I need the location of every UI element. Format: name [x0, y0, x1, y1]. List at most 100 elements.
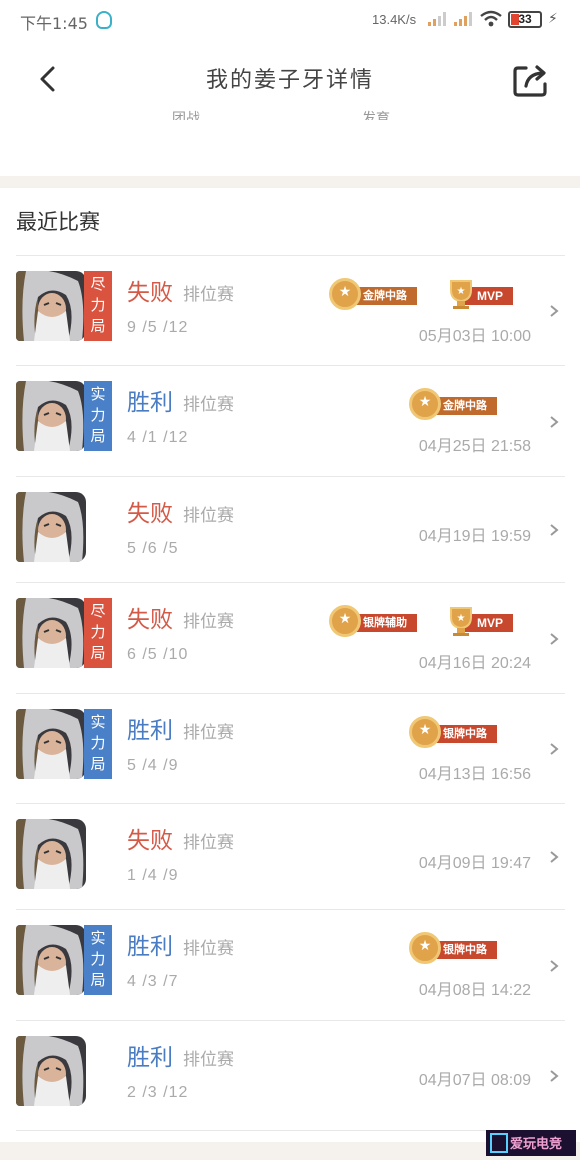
medal-icon: ★: [329, 605, 361, 637]
performance-badge: 实力局: [84, 925, 112, 995]
match-kda: 1 /4 /9: [127, 867, 179, 884]
medal-icon: ★: [409, 388, 441, 420]
match-mode: 排位赛: [183, 723, 234, 743]
medal-badge: 银牌辅助 ★: [329, 605, 441, 639]
match-result: 胜利: [127, 1045, 173, 1071]
chevron-right-icon[interactable]: [549, 742, 559, 756]
section-divider: [0, 176, 580, 188]
hero-avatar: [16, 709, 86, 779]
watermark-text: 爱玩电竞: [510, 1137, 563, 1152]
chevron-right-icon[interactable]: [549, 415, 559, 429]
hero-avatar: [16, 819, 86, 889]
match-mode: 排位赛: [183, 506, 234, 526]
match-result: 胜利: [127, 390, 173, 416]
hero-avatar: [16, 1036, 86, 1106]
chevron-right-icon[interactable]: [549, 1069, 559, 1083]
match-row[interactable]: 胜利 排位赛 2 /3 /12 04月07日 08:09: [16, 1021, 565, 1131]
match-row[interactable]: 尽力局失败 排位赛 9 /5 /12 MVP ★ 金牌中路 ★ 05月03日 10:00: [16, 256, 565, 366]
match-kda: 6 /5 /10: [127, 646, 189, 663]
match-row[interactable]: 失败 排位赛 5 /6 /5 04月19日 19:59: [16, 477, 565, 583]
hero-avatar: [16, 598, 86, 668]
match-datetime: 04月19日 19:59: [418, 528, 531, 545]
match-mode: 排位赛: [183, 395, 234, 415]
medal-badge: 银牌中路 ★: [409, 932, 521, 966]
match-result: 失败: [127, 280, 173, 306]
match-result: 失败: [127, 828, 173, 854]
chevron-right-icon[interactable]: [549, 304, 559, 318]
performance-badge: 尽力局: [84, 598, 112, 668]
tab-development[interactable]: 发育: [362, 108, 390, 120]
hero-avatar: [16, 381, 86, 451]
qq-notification-icon: [96, 11, 112, 29]
watermark-logo: 爱玩电竞: [486, 1130, 576, 1156]
medal-icon: ★: [409, 716, 441, 748]
match-kda: 5 /4 /9: [127, 757, 179, 774]
watermark-icon: [490, 1133, 508, 1153]
match-mode: 排位赛: [183, 833, 234, 853]
match-result: 失败: [127, 501, 173, 527]
match-mode: 排位赛: [183, 612, 234, 632]
match-row[interactable]: 实力局胜利 排位赛 5 /4 /9 银牌中路 ★ 04月13日 16:56: [16, 694, 565, 804]
match-row[interactable]: 实力局胜利 排位赛 4 /1 /12 金牌中路 ★ 04月25日 21:58: [16, 366, 565, 477]
network-speed: 13.4K/s: [372, 12, 417, 27]
match-mode: 排位赛: [183, 1050, 234, 1070]
status-bar: 下午1:45 13.4K/s 33 ⚡: [0, 0, 580, 40]
svg-text:★: ★: [457, 286, 466, 297]
tab-bar-partial: 团战 发育: [0, 106, 580, 120]
match-datetime: 04月16日 20:24: [418, 655, 531, 672]
match-datetime: 04月13日 16:56: [418, 766, 531, 783]
share-icon[interactable]: [512, 62, 550, 98]
status-time: 下午1:45: [20, 14, 88, 33]
match-datetime: 04月08日 14:22: [418, 982, 531, 999]
medal-icon: ★: [329, 278, 361, 310]
mvp-trophy-icon: ★: [450, 280, 472, 309]
wifi-icon: [480, 10, 502, 27]
match-datetime: 04月09日 19:47: [418, 855, 531, 872]
medal-group: 金牌中路 ★: [405, 388, 521, 422]
match-row[interactable]: 实力局胜利 排位赛 4 /3 /7 银牌中路 ★ 04月08日 14:22: [16, 910, 565, 1021]
mvp-badge: MVP ★: [447, 605, 521, 639]
hero-avatar: [16, 492, 86, 562]
match-result: 胜利: [127, 934, 173, 960]
match-row[interactable]: 失败 排位赛 1 /4 /9 04月09日 19:47: [16, 804, 565, 910]
match-kda: 5 /6 /5: [127, 540, 179, 557]
match-kda: 4 /1 /12: [127, 429, 189, 446]
medal-badge: 银牌中路 ★: [409, 716, 521, 750]
charging-icon: ⚡: [548, 11, 558, 27]
medal-badge: 金牌中路 ★: [409, 388, 521, 422]
mvp-trophy-icon: ★: [450, 607, 472, 636]
hero-avatar: [16, 271, 86, 341]
match-datetime: 04月07日 08:09: [418, 1072, 531, 1089]
battery-icon: 33: [508, 11, 542, 28]
performance-badge: 实力局: [84, 381, 112, 451]
signal-icon: [428, 12, 446, 26]
match-kda: 4 /3 /7: [127, 973, 179, 990]
page-title: 我的姜子牙详情: [205, 68, 374, 93]
performance-badge: 尽力局: [84, 271, 112, 341]
battery-level: 33: [518, 12, 532, 26]
match-row[interactable]: 尽力局失败 排位赛 6 /5 /10 MVP ★ 银牌辅助 ★ 04月16日 20:24: [16, 583, 565, 694]
recent-matches-title: 最近比赛: [16, 210, 100, 234]
match-datetime: 05月03日 10:00: [418, 328, 531, 345]
match-result: 失败: [127, 607, 173, 633]
chevron-right-icon[interactable]: [549, 632, 559, 646]
medal-group: 银牌中路 ★: [405, 716, 521, 750]
match-datetime: 04月25日 21:58: [418, 438, 531, 455]
match-mode: 排位赛: [183, 939, 234, 959]
chevron-right-icon[interactable]: [549, 523, 559, 537]
hero-avatar: [16, 925, 86, 995]
match-kda: 9 /5 /12: [127, 319, 189, 336]
medal-group: MVP ★ 银牌辅助 ★: [325, 605, 521, 639]
match-result: 胜利: [127, 718, 173, 744]
medal-group: MVP ★ 金牌中路 ★: [325, 278, 521, 312]
signal-icon-2: [454, 12, 472, 26]
medal-group: 银牌中路 ★: [405, 932, 521, 966]
performance-badge: 实力局: [84, 709, 112, 779]
medal-icon: ★: [409, 932, 441, 964]
mvp-badge: MVP ★: [447, 278, 521, 312]
chevron-right-icon[interactable]: [549, 959, 559, 973]
svg-text:★: ★: [457, 613, 466, 624]
match-mode: 排位赛: [183, 285, 234, 305]
chevron-right-icon[interactable]: [549, 850, 559, 864]
tab-teamfight[interactable]: 团战: [172, 108, 200, 120]
